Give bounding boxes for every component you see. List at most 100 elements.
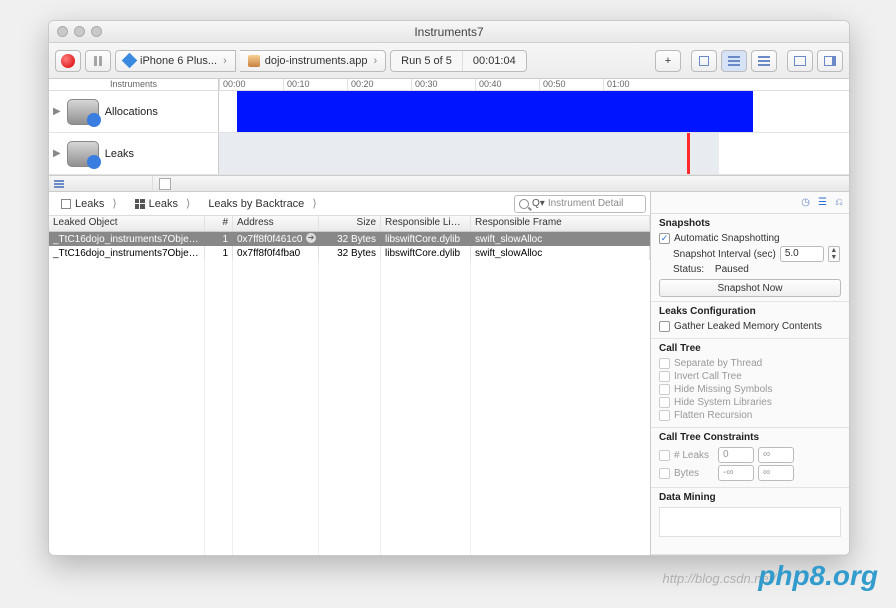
gather-label: Gather Leaked Memory Contents	[674, 321, 822, 332]
tick: 00:30	[411, 79, 475, 90]
section-data-mining: Data Mining	[651, 488, 849, 555]
view-mode-2[interactable]	[721, 50, 747, 72]
table-body: _TtC16dojo_instruments7Object1 1 0x7ff8f…	[49, 232, 650, 555]
tick: 00:20	[347, 79, 411, 90]
col-frame[interactable]: Responsible Frame	[471, 216, 650, 231]
track-label: Allocations	[105, 106, 158, 118]
search-input[interactable]: Q▾Instrument Detail	[514, 195, 646, 213]
crumb-3[interactable]: Leaks by Backtrace	[200, 197, 324, 210]
crumb-2[interactable]: Leaks	[127, 197, 199, 210]
panel-toggle-group	[787, 50, 843, 72]
col-library[interactable]: Responsible Library	[381, 216, 471, 231]
leaks-table: Leaked Object # Address Size Responsible…	[49, 216, 650, 555]
snapshot-now-button[interactable]: Snapshot Now	[659, 279, 841, 297]
ct-checkbox[interactable]	[659, 397, 670, 408]
auto-snapshot-checkbox[interactable]: ✓	[659, 233, 670, 244]
app-icon	[248, 55, 260, 67]
track-leaks[interactable]: ▶ Leaks	[49, 133, 849, 175]
detail-pane: Leaks Leaks Leaks by Backtrace Q▾Instrum…	[49, 192, 651, 555]
min-dot[interactable]	[74, 26, 85, 37]
disclosure-icon[interactable]: ▶	[53, 148, 61, 159]
cell-size: 32 Bytes	[319, 232, 381, 246]
interval-stepper[interactable]: ▲▼	[828, 246, 840, 262]
cell-count: 1	[205, 232, 233, 246]
view-mode-3[interactable]	[751, 50, 777, 72]
timeline-label: Instruments	[49, 79, 219, 90]
track-lane-leaks[interactable]	[219, 133, 849, 174]
col-leaked-object[interactable]: Leaked Object	[49, 216, 205, 231]
track-label: Leaks	[105, 148, 134, 160]
crumb-label: Leaks	[75, 198, 104, 210]
max-field[interactable]: ∞	[758, 447, 794, 463]
max-field[interactable]: ∞	[758, 465, 794, 481]
add-instrument-button[interactable]: +	[655, 50, 681, 72]
cell-obj: _TtC16dojo_instruments7Object2	[49, 246, 205, 260]
section-title: Data Mining	[659, 492, 841, 503]
inspector-tabs: ◷ ☰ ⎌	[651, 192, 849, 214]
app-window: Instruments7 iPhone 6 Plus... dojo-instr…	[48, 20, 850, 556]
view-mode-group	[691, 50, 777, 72]
close-dot[interactable]	[57, 26, 68, 37]
pause-button[interactable]	[85, 50, 111, 72]
ct-opt: Flatten Recursion	[674, 410, 752, 421]
cell-addr: 0x7ff8f0f4fba0	[233, 246, 319, 260]
crumb-root[interactable]: Leaks	[53, 197, 125, 210]
gather-checkbox[interactable]	[659, 321, 670, 332]
tab-clock-icon[interactable]: ◷	[801, 197, 810, 208]
search-icon	[519, 199, 529, 209]
view-mode-1[interactable]	[691, 50, 717, 72]
tab-settings-icon[interactable]: ☰	[818, 197, 827, 208]
zoom-dot[interactable]	[91, 26, 102, 37]
grid-icon	[135, 199, 145, 209]
ct-checkbox[interactable]	[659, 384, 670, 395]
panel-right-icon	[824, 56, 836, 66]
jump-bar: Leaks Leaks Leaks by Backtrace Q▾Instrum…	[49, 192, 650, 216]
disclosure-icon[interactable]: ▶	[53, 106, 61, 117]
table-row[interactable]: _TtC16dojo_instruments7Object1 1 0x7ff8f…	[49, 232, 650, 246]
tab-stack-icon[interactable]: ⎌	[835, 197, 843, 208]
timeline-ruler: Instruments 00:00 00:10 00:20 00:30 00:4…	[49, 79, 849, 91]
leaks-constraint-checkbox[interactable]	[659, 450, 670, 461]
track-list: ▶ Allocations ▶ Leaks	[49, 91, 849, 176]
app-label: dojo-instruments.app	[265, 55, 368, 67]
col-size[interactable]: Size	[319, 216, 381, 231]
min-field[interactable]: -∞	[718, 465, 754, 481]
interval-field[interactable]: 5.0	[780, 246, 824, 262]
target-app[interactable]: dojo-instruments.app	[240, 50, 386, 72]
section-leaks-config: Leaks Configuration Gather Leaked Memory…	[651, 302, 849, 339]
crumb-label: Leaks	[149, 198, 178, 210]
tick: 00:50	[539, 79, 603, 90]
ct-checkbox[interactable]	[659, 410, 670, 421]
ct-checkbox[interactable]	[659, 358, 670, 369]
record-button[interactable]	[55, 50, 81, 72]
track-allocations[interactable]: ▶ Allocations	[49, 91, 849, 133]
col-address[interactable]: Address	[233, 216, 319, 231]
section-constraints: Call Tree Constraints # Leaks0∞ Bytes-∞∞	[651, 428, 849, 488]
section-call-tree: Call Tree Separate by Thread Invert Call…	[651, 339, 849, 428]
track-lane-allocations[interactable]	[219, 91, 849, 132]
device-icon	[122, 53, 138, 69]
table-row[interactable]: _TtC16dojo_instruments7Object2 1 0x7ff8f…	[49, 246, 650, 260]
col-count[interactable]: #	[205, 216, 233, 231]
cell-frame: swift_slowAlloc	[471, 246, 650, 260]
cell-size: 32 Bytes	[319, 246, 381, 260]
traffic-lights	[57, 26, 102, 37]
status-label: Status:	[673, 264, 704, 275]
cell-addr: 0x7ff8f0f461c0➜	[233, 232, 319, 246]
panel-left[interactable]	[787, 50, 813, 72]
interval-label: Snapshot Interval (sec)	[673, 249, 776, 260]
arrow-icon[interactable]: ➜	[306, 233, 316, 243]
cell-count: 1	[205, 246, 233, 260]
leaks-icon	[67, 141, 99, 167]
strategy-icon-1[interactable]	[49, 176, 69, 191]
target-device[interactable]: iPhone 6 Plus...	[115, 50, 236, 72]
bytes-constraint-checkbox[interactable]	[659, 468, 670, 479]
ct-checkbox[interactable]	[659, 371, 670, 382]
min-field[interactable]: 0	[718, 447, 754, 463]
run-info[interactable]: Run 5 of 5	[391, 51, 463, 71]
panel-right[interactable]	[817, 50, 843, 72]
pause-icon	[94, 56, 102, 66]
strategy-icon-2[interactable]	[159, 178, 171, 190]
window-title: Instruments7	[49, 25, 849, 39]
ruler[interactable]: 00:00 00:10 00:20 00:30 00:40 00:50 01:0…	[219, 79, 849, 90]
